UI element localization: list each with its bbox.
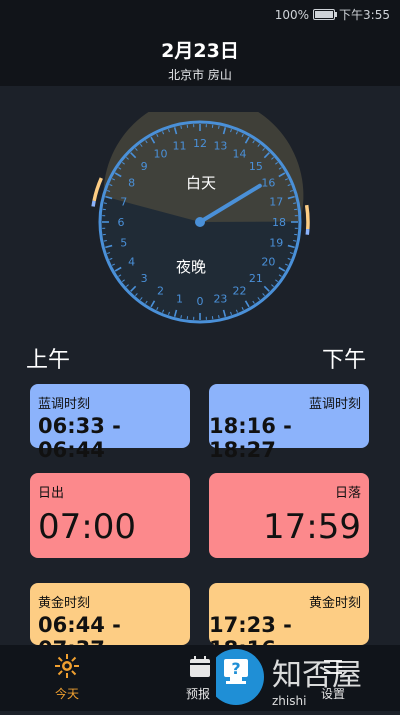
hour-number: 19 — [269, 236, 283, 249]
hour-number: 20 — [261, 256, 275, 269]
hour-number: 7 — [120, 196, 127, 209]
clock-face: 01234567891011121314151617181920212223 — [90, 112, 310, 332]
hour-number: 10 — [154, 148, 168, 161]
card-value: 06:33 - 06:44 — [38, 414, 190, 462]
header: 2月23日 北京市 房山 — [0, 28, 400, 86]
battery-icon — [313, 9, 335, 20]
blue-hour-arc-am — [93, 201, 94, 207]
pm-golden-hour-card[interactable]: 黄金时刻 17:23 - 18:16 — [209, 583, 369, 645]
card-value: 07:00 — [38, 507, 136, 547]
hour-number: 1 — [176, 292, 183, 305]
watermark: ? 知否屋 zhishi — [216, 647, 400, 711]
watermark-domain: zhishi — [272, 694, 306, 708]
clock-tick — [293, 203, 296, 204]
pm-title: 下午 — [322, 342, 366, 374]
clock-tick — [219, 315, 220, 318]
blue-hour-arc-pm — [307, 229, 308, 235]
hour-number: 9 — [141, 160, 148, 173]
card-title: 日出 — [38, 482, 64, 501]
status-bar-right: 100% 下午3:55 — [275, 6, 390, 23]
hour-number: 15 — [249, 160, 263, 173]
golden-hour-arc-pm — [307, 205, 308, 229]
hour-number: 0 — [197, 295, 204, 308]
golden-hour-arc-am — [94, 178, 101, 201]
watermark-brand: 知否屋 — [272, 658, 362, 693]
card-title: 蓝调时刻 — [309, 393, 361, 412]
clock-tick — [219, 126, 220, 129]
sunrise-card[interactable]: 日出 07:00 — [30, 473, 190, 558]
location-label[interactable]: 北京市 房山 — [0, 66, 400, 83]
card-title: 日落 — [335, 482, 361, 501]
am-title: 上午 — [26, 342, 70, 374]
hour-number: 21 — [249, 272, 263, 285]
card-value: 18:16 - 18:27 — [209, 414, 361, 462]
svg-text:?: ? — [231, 659, 240, 678]
hour-number: 6 — [118, 216, 125, 229]
page-title: 2月23日 — [0, 36, 400, 63]
calendar-icon — [188, 655, 212, 679]
clock-tick — [293, 241, 296, 242]
card-title: 黄金时刻 — [38, 592, 90, 611]
clock-hand-pivot — [195, 217, 205, 227]
hour-number: 12 — [193, 137, 207, 150]
clock-tick — [181, 315, 182, 318]
status-bar: 100% 下午3:55 — [0, 0, 400, 28]
nav-today-label: 今天 — [27, 685, 107, 702]
night-label: 夜晚 — [176, 256, 206, 277]
hour-number: 23 — [213, 292, 227, 305]
hour-number: 18 — [272, 216, 286, 229]
hour-number: 8 — [128, 177, 135, 190]
clock-tick — [104, 241, 107, 242]
sun-icon — [54, 653, 80, 679]
day-label: 白天 — [186, 172, 216, 193]
hour-number: 4 — [128, 256, 135, 269]
hour-number: 16 — [261, 177, 275, 190]
clock-tick — [181, 126, 182, 129]
pm-blue-hour-card[interactable]: 蓝调时刻 18:16 - 18:27 — [209, 384, 369, 448]
clock-tick — [104, 203, 107, 204]
sun-clock: 01234567891011121314151617181920212223 白… — [90, 112, 310, 332]
status-time: 下午3:55 — [339, 6, 390, 23]
hour-number: 3 — [141, 272, 148, 285]
hour-number: 11 — [173, 140, 187, 153]
card-title: 蓝调时刻 — [38, 393, 90, 412]
card-value: 17:59 — [263, 507, 361, 547]
battery-percent: 100% — [275, 8, 309, 22]
hour-number: 17 — [269, 196, 283, 209]
hour-number: 14 — [233, 148, 247, 161]
am-blue-hour-card[interactable]: 蓝调时刻 06:33 - 06:44 — [30, 384, 190, 448]
hour-number: 13 — [213, 140, 227, 153]
am-golden-hour-card[interactable]: 黄金时刻 06:44 - 07:37 — [30, 583, 190, 645]
hour-number: 2 — [157, 284, 164, 297]
watermark-logo: ? 知否屋 zhishi — [216, 647, 400, 711]
hour-number: 5 — [120, 236, 127, 249]
sunset-card[interactable]: 日落 17:59 — [209, 473, 369, 558]
card-title: 黄金时刻 — [309, 592, 361, 611]
hour-number: 22 — [233, 284, 247, 297]
